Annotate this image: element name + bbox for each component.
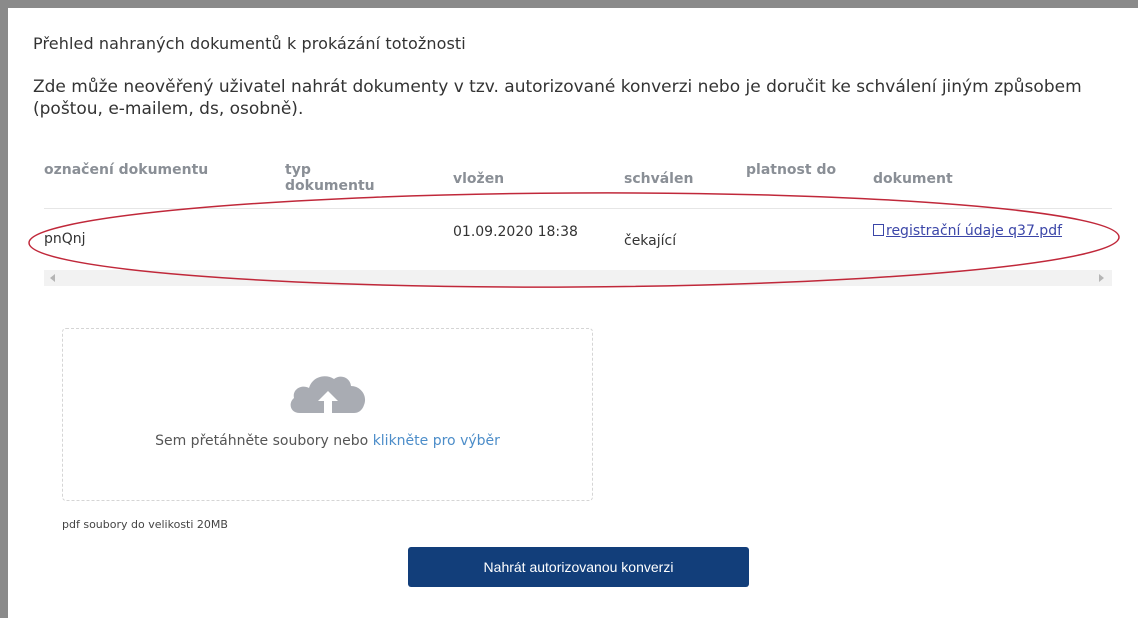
scroll-right-icon[interactable]	[1099, 274, 1104, 282]
dropzone-text: Sem přetáhněte soubory nebo klikněte pro…	[63, 433, 592, 449]
table-header: označení dokumentu typ dokumentu vložen …	[44, 154, 1112, 198]
window-border-left	[0, 0, 8, 618]
file-size-note: pdf soubory do velikosti 20MB	[62, 518, 228, 531]
page-title: Přehled nahraných dokumentů k prokázání …	[33, 34, 466, 53]
dropzone-instruction: Sem přetáhněte soubory nebo	[155, 433, 369, 449]
page-description: Zde může neověřený uživatel nahrát dokum…	[33, 77, 1082, 119]
header-divider	[44, 208, 1112, 209]
cell-inserted: 01.09.2020 18:38	[453, 224, 578, 240]
document-link-label: registrační údaje q37.pdf	[886, 223, 1063, 239]
horizontal-scrollbar[interactable]	[44, 270, 1112, 286]
select-files-link[interactable]: klikněte pro výběr	[373, 433, 500, 449]
column-header-inserted[interactable]: vložen	[453, 171, 573, 187]
file-dropzone[interactable]: Sem přetáhněte soubory nebo klikněte pro…	[62, 328, 593, 501]
cell-designation: pnQnj	[44, 231, 86, 247]
column-header-valid-until[interactable]: platnost do	[746, 162, 841, 178]
column-header-document[interactable]: dokument	[873, 171, 1023, 187]
cell-approved: čekající	[624, 233, 677, 249]
upload-conversion-button[interactable]: Nahrát autorizovanou konverzi	[408, 547, 749, 587]
window-border-top	[0, 0, 1138, 8]
scroll-left-icon[interactable]	[50, 274, 55, 282]
column-header-type[interactable]: typ dokumentu	[285, 162, 395, 194]
document-link[interactable]: registrační údaje q37.pdf	[873, 223, 1088, 240]
column-header-approved[interactable]: schválen	[624, 171, 724, 187]
column-header-designation[interactable]: označení dokumentu	[44, 162, 214, 178]
pdf-file-icon	[873, 224, 884, 236]
cloud-upload-icon	[290, 376, 366, 413]
